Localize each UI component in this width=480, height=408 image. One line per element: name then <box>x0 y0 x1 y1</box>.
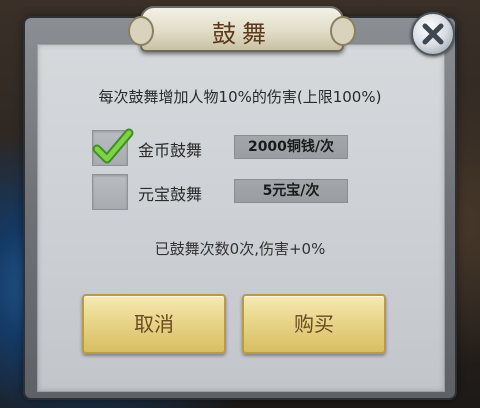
ingot-inspire-price: 5元宝/次 <box>234 179 348 203</box>
close-button[interactable] <box>411 12 455 56</box>
checkmark-icon <box>92 128 134 164</box>
cancel-button[interactable]: 取消 <box>82 294 226 354</box>
ingot-inspire-label: 元宝鼓舞 <box>138 185 203 204</box>
description-text: 每次鼓舞增加人物10%的伤害(上限100%) <box>98 88 382 106</box>
gold-inspire-checkbox[interactable] <box>92 128 134 166</box>
title-banner: 鼓舞 <box>128 6 356 52</box>
dialog-title: 鼓舞 <box>212 20 272 48</box>
option-ingot-inspire: 元宝鼓舞 5元宝/次 <box>92 174 352 210</box>
inspire-status-text: 已鼓舞次数0次,伤害+0% <box>154 240 326 258</box>
option-gold-inspire: 金币鼓舞 2000铜钱/次 <box>92 128 352 166</box>
game-scene-background: 鼓舞 每次鼓舞增加人物10%的伤害(上限100%) 金币鼓舞 2000铜钱/次 … <box>0 0 480 408</box>
buy-button[interactable]: 购买 <box>242 294 386 354</box>
gold-inspire-price: 2000铜钱/次 <box>234 135 348 159</box>
gold-inspire-label: 金币鼓舞 <box>138 141 203 160</box>
ingot-inspire-checkbox[interactable] <box>92 174 128 210</box>
close-icon <box>422 23 444 45</box>
